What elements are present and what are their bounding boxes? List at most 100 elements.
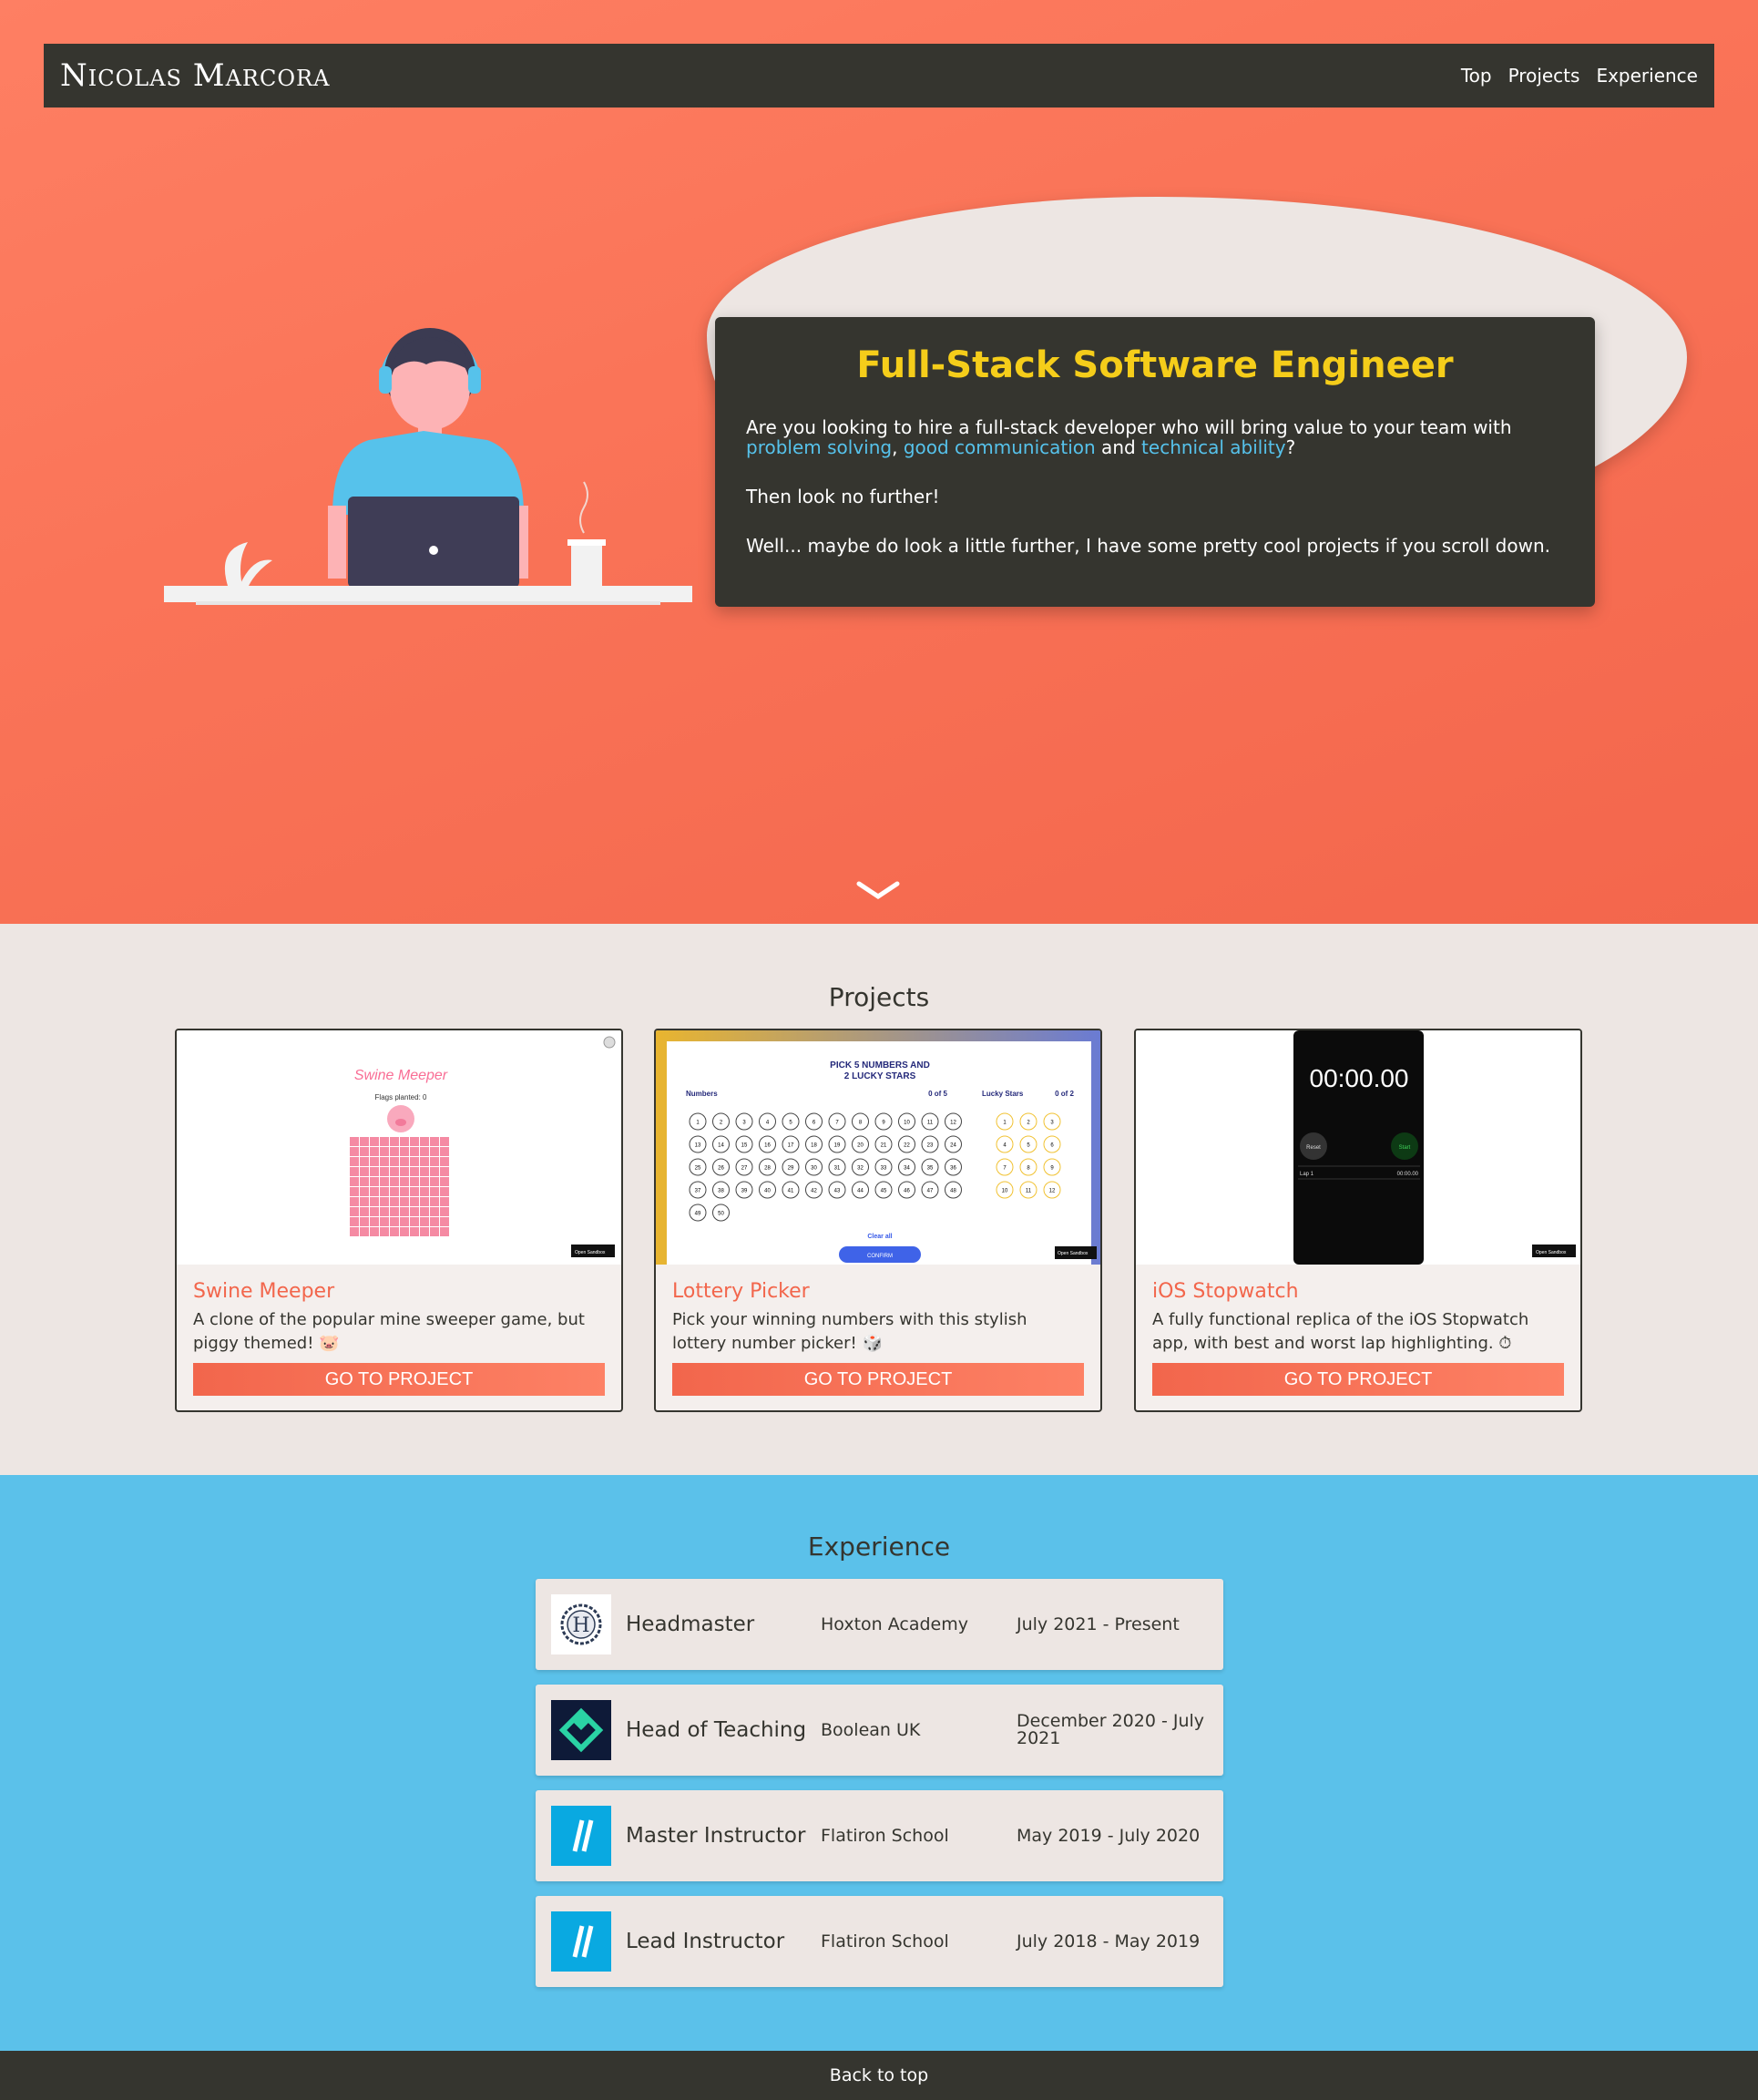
- game-cell: [370, 1157, 379, 1166]
- game-cell: [400, 1217, 409, 1226]
- game-cell: [360, 1187, 369, 1196]
- game-cell: [430, 1137, 439, 1146]
- game-cell: [420, 1227, 429, 1236]
- lottery-number-label: 13: [695, 1143, 701, 1149]
- game-cell: [360, 1137, 369, 1146]
- game-cell: [350, 1217, 359, 1226]
- game-cell: [410, 1227, 419, 1236]
- scroll-down-chevron-icon[interactable]: [856, 880, 900, 902]
- back-to-top-link[interactable]: Back to top: [830, 2065, 928, 2085]
- game-cell: [360, 1227, 369, 1236]
- game-cell: [360, 1217, 369, 1226]
- hero-paragraph-scroll-down: Well... maybe do look a little further, …: [746, 535, 1550, 557]
- projects-heading: Projects: [828, 982, 930, 1012]
- project-description: A fully functional replica of the iOS St…: [1152, 1310, 1529, 1353]
- project-title[interactable]: Lottery Picker: [672, 1280, 810, 1303]
- lucky-star-label: 10: [1002, 1189, 1008, 1194]
- go-to-project-button[interactable]: GO TO PROJECT: [1152, 1363, 1564, 1396]
- go-to-project-button[interactable]: GO TO PROJECT: [193, 1363, 605, 1396]
- lottery-number-label: 23: [927, 1143, 934, 1149]
- nav-link-experience[interactable]: Experience: [1596, 65, 1698, 87]
- game-cell: [350, 1167, 359, 1176]
- flatiron-slashes-icon: [551, 1806, 611, 1866]
- preview-subtitle: Flags planted: 0: [375, 1093, 427, 1101]
- game-cell: [380, 1187, 389, 1196]
- lottery-number-label: 33: [881, 1166, 887, 1172]
- reset-button: Reset: [1306, 1145, 1321, 1151]
- start-button: Start: [1399, 1145, 1411, 1151]
- highlight-technical-ability: technical ability: [1141, 436, 1286, 458]
- experience-dates: July 2021 - Present: [1017, 1613, 1180, 1634]
- lottery-number-label: 12: [950, 1121, 956, 1126]
- experience-role: Headmaster: [626, 1613, 755, 1636]
- game-cell: [440, 1187, 449, 1196]
- game-cell: [350, 1137, 359, 1146]
- nav-links: Top Projects Experience: [1461, 65, 1698, 87]
- lottery-picker-preview: PICK 5 NUMBERS AND 2 LUCKY STARS Numbers…: [667, 1041, 1097, 1265]
- go-to-project-button[interactable]: GO TO PROJECT: [672, 1363, 1084, 1396]
- hero-section: Nicolas Marcora Top Projects Experience: [0, 0, 1758, 924]
- game-cell: [430, 1207, 439, 1216]
- lottery-number-label: 40: [764, 1189, 771, 1194]
- game-cell: [380, 1137, 389, 1146]
- pitch-separator: and: [1095, 436, 1142, 458]
- game-cell: [360, 1177, 369, 1186]
- game-cell: [360, 1157, 369, 1166]
- game-cell: [440, 1217, 449, 1226]
- game-cell: [370, 1147, 379, 1156]
- game-cell: [360, 1207, 369, 1216]
- nav-link-top[interactable]: Top: [1461, 65, 1492, 87]
- game-cell: [380, 1227, 389, 1236]
- game-cell: [370, 1177, 379, 1186]
- brand-logo[interactable]: Nicolas Marcora: [60, 57, 330, 94]
- game-cell: [420, 1217, 429, 1226]
- pitch-separator: ,: [892, 436, 904, 458]
- game-cell: [430, 1147, 439, 1156]
- game-cell: [400, 1227, 409, 1236]
- game-cell: [390, 1217, 399, 1226]
- game-cell: [370, 1167, 379, 1176]
- game-cell: [410, 1217, 419, 1226]
- lottery-number-label: 24: [950, 1143, 956, 1149]
- ios-stopwatch-preview: 00:00.00 Reset Start Lap 1 00:00.00 Open…: [1293, 1030, 1576, 1265]
- game-cell: [430, 1177, 439, 1186]
- nav-link-projects[interactable]: Projects: [1508, 65, 1580, 87]
- game-cell: [430, 1187, 439, 1196]
- game-cell: [440, 1197, 449, 1206]
- experience-organization: Boolean UK: [821, 1720, 921, 1740]
- lottery-number-label: 45: [881, 1189, 887, 1194]
- lottery-number-label: 31: [834, 1166, 841, 1172]
- game-cell: [370, 1207, 379, 1216]
- lottery-number-label: 15: [741, 1143, 748, 1149]
- numbers-label: Numbers: [686, 1090, 718, 1098]
- lottery-number-label: 14: [718, 1143, 724, 1149]
- lottery-number-label: 10: [904, 1121, 910, 1126]
- experience-organization: Hoxton Academy: [821, 1614, 968, 1634]
- project-title[interactable]: Swine Meeper: [193, 1280, 334, 1303]
- game-cell: [360, 1167, 369, 1176]
- project-thumbnail[interactable]: PICK 5 NUMBERS AND 2 LUCKY STARS Numbers…: [656, 1030, 1100, 1265]
- game-cell: [400, 1197, 409, 1206]
- lottery-number-label: 21: [881, 1143, 887, 1149]
- game-cell: [390, 1197, 399, 1206]
- project-title[interactable]: iOS Stopwatch: [1152, 1280, 1299, 1303]
- lottery-number-label: 25: [695, 1166, 701, 1172]
- game-cell: [390, 1137, 399, 1146]
- game-cell: [350, 1147, 359, 1156]
- experience-section: Experience H Headmaster Hoxton Academy J…: [0, 1475, 1758, 2051]
- lottery-number-label: 28: [764, 1166, 771, 1172]
- project-thumbnail[interactable]: Swine Meeper Flags planted: 0 Open Sandb…: [177, 1030, 621, 1265]
- confirm-button: CONFIRM: [867, 1254, 893, 1259]
- game-cell: [430, 1217, 439, 1226]
- highlight-good-communication: good communication: [903, 436, 1096, 458]
- game-cell: [420, 1167, 429, 1176]
- game-cell: [390, 1167, 399, 1176]
- game-cell: [420, 1147, 429, 1156]
- lap-time: 00:00.00: [1397, 1172, 1419, 1177]
- game-cell: [370, 1217, 379, 1226]
- experience-item: Master Instructor Flatiron School May 20…: [536, 1790, 1223, 1881]
- game-cell: [380, 1217, 389, 1226]
- project-thumbnail[interactable]: 00:00.00 Reset Start Lap 1 00:00.00 Open…: [1136, 1030, 1580, 1265]
- lottery-number-label: 19: [834, 1143, 841, 1149]
- game-cell: [430, 1197, 439, 1206]
